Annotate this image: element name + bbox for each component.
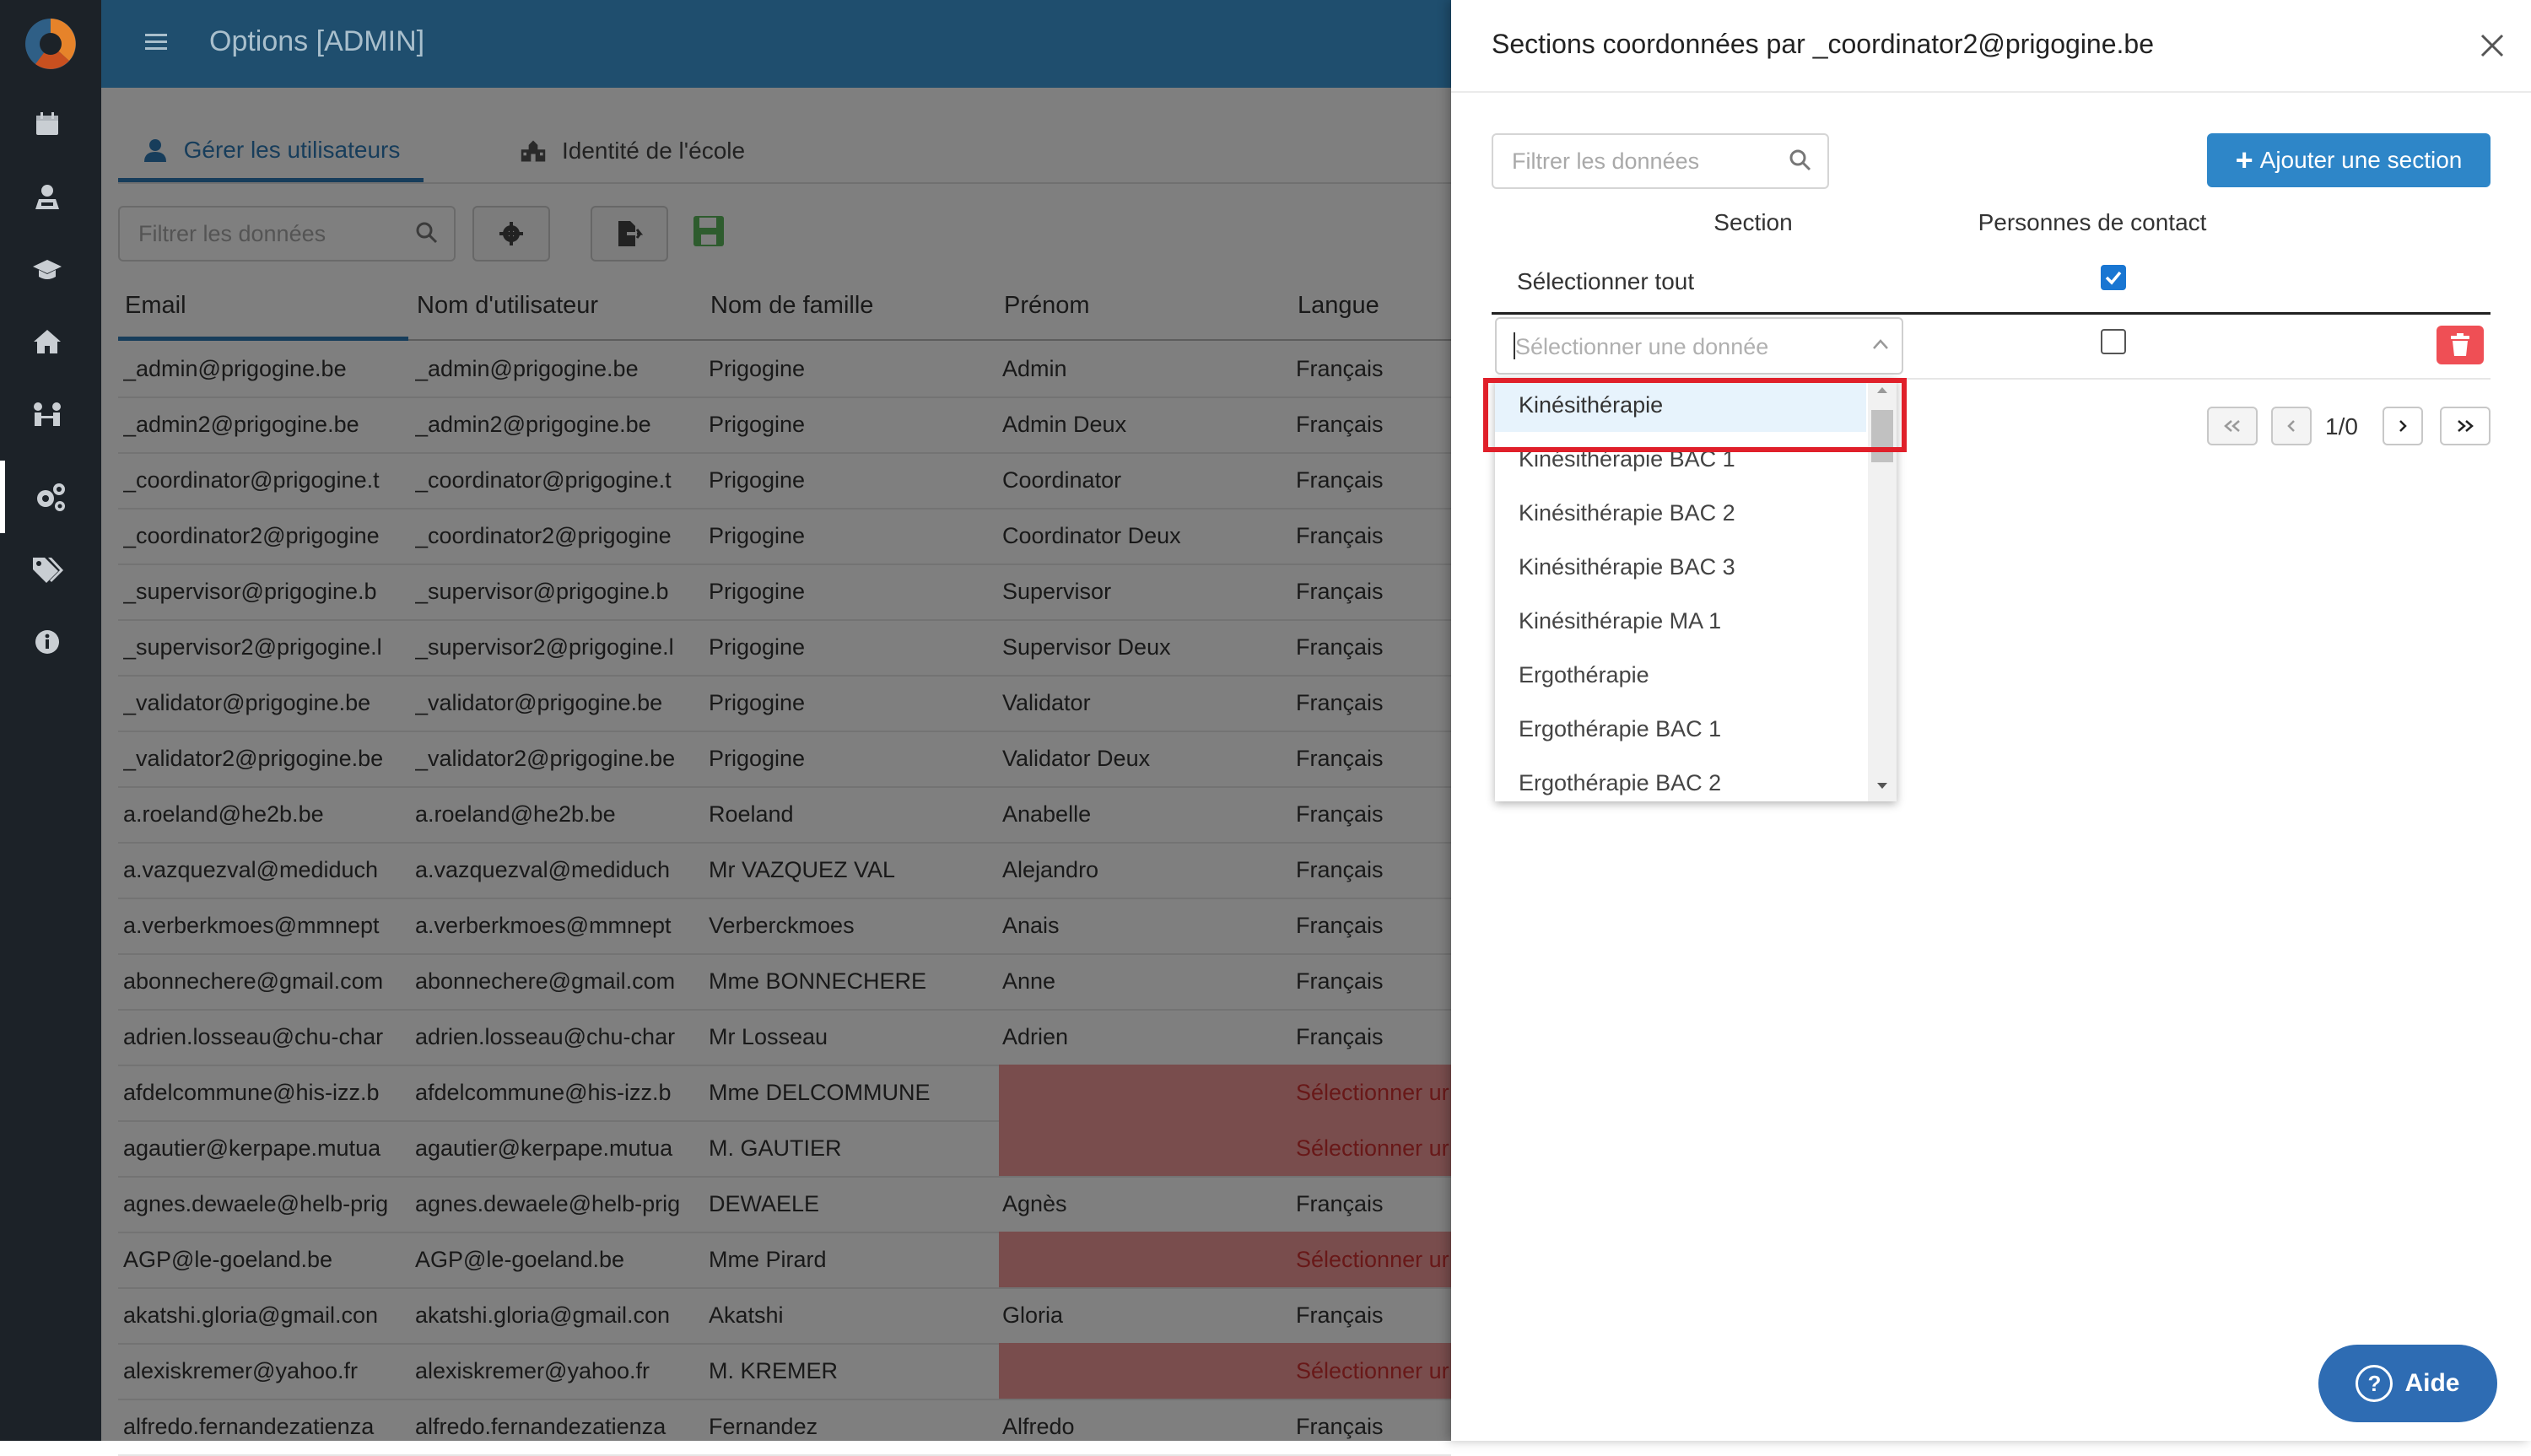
page-indicator: 1/0 [2325,413,2358,439]
column-header-section: Section [1713,209,1793,235]
users-link-icon[interactable] [0,378,94,450]
hamburger-menu-icon[interactable] [145,32,167,52]
left-nav [0,0,101,1441]
check-icon [2105,271,2122,285]
trash-icon [2451,333,2469,356]
double-chevron-right-icon [2458,420,2474,432]
close-icon[interactable] [2479,32,2506,59]
dropdown-option[interactable]: Ergothérapie BAC 1 [1495,702,1866,756]
filter-placeholder: Filtrer les données [1512,148,1700,174]
home-icon[interactable] [0,305,94,378]
dropdown-option[interactable]: Ergothérapie BAC 2 [1495,756,1866,801]
contact-checkbox[interactable] [2101,329,2126,354]
tags-icon[interactable] [0,533,94,606]
prev-page-button[interactable] [2271,407,2312,445]
help-button[interactable]: ? Aide [2318,1345,2497,1422]
add-section-button[interactable]: + Ajouter une section [2207,133,2491,187]
first-page-button[interactable] [2207,407,2258,445]
modal-backdrop[interactable] [101,88,1451,1441]
chevron-up-icon [1873,339,1888,349]
chevron-left-icon [2287,420,2295,432]
top-bar: Options [ADMIN] [101,0,1451,88]
double-chevron-left-icon [2224,420,2240,432]
add-section-label: Ajouter une section [2259,147,2463,173]
drawer-title: Sections coordonnées par _coordinator2@p… [1492,29,2154,59]
app-logo [25,19,76,69]
scroll-down-arrow-icon[interactable] [1875,781,1889,791]
select-all-checkbox[interactable] [2101,265,2126,290]
teacher-icon[interactable] [0,160,94,233]
calendar-icon[interactable] [0,88,94,160]
next-page-button[interactable] [2383,407,2423,445]
page-title: Options [ADMIN] [209,25,425,57]
column-header-contact: Personnes de contact [1978,209,2207,235]
drawer-header: Sections coordonnées par _coordinator2@p… [1451,0,2531,93]
chevron-right-icon [2399,420,2407,432]
dropdown-option[interactable]: Kinésithérapie MA 1 [1495,594,1866,648]
delete-row-button[interactable] [2437,326,2484,364]
settings-gears-icon[interactable] [0,461,96,533]
sections-drawer: Sections coordonnées par _coordinator2@p… [1451,0,2531,1441]
dropdown-option[interactable]: Ergothérapie [1495,648,1866,702]
dropdown-option[interactable]: Kinésithérapie BAC 2 [1495,486,1866,540]
dropdown-option[interactable]: Kinésithérapie BAC 3 [1495,540,1866,594]
help-label: Aide [2404,1369,2460,1397]
last-page-button[interactable] [2440,407,2491,445]
search-icon [1789,149,1811,171]
select-all-label: Sélectionner tout [1517,268,1695,294]
graduation-cap-icon[interactable] [0,233,94,305]
info-icon[interactable] [0,606,94,678]
question-mark-icon: ? [2356,1365,2393,1402]
sections-filter-input[interactable]: Filtrer les données [1492,133,1829,189]
plus-icon: + [2235,143,2253,177]
header-separator [1492,312,2491,315]
highlight-annotation [1483,378,1907,452]
select-placeholder: Sélectionner une donnée [1515,334,1769,359]
section-select-input[interactable]: Sélectionner une donnée [1495,317,1903,375]
